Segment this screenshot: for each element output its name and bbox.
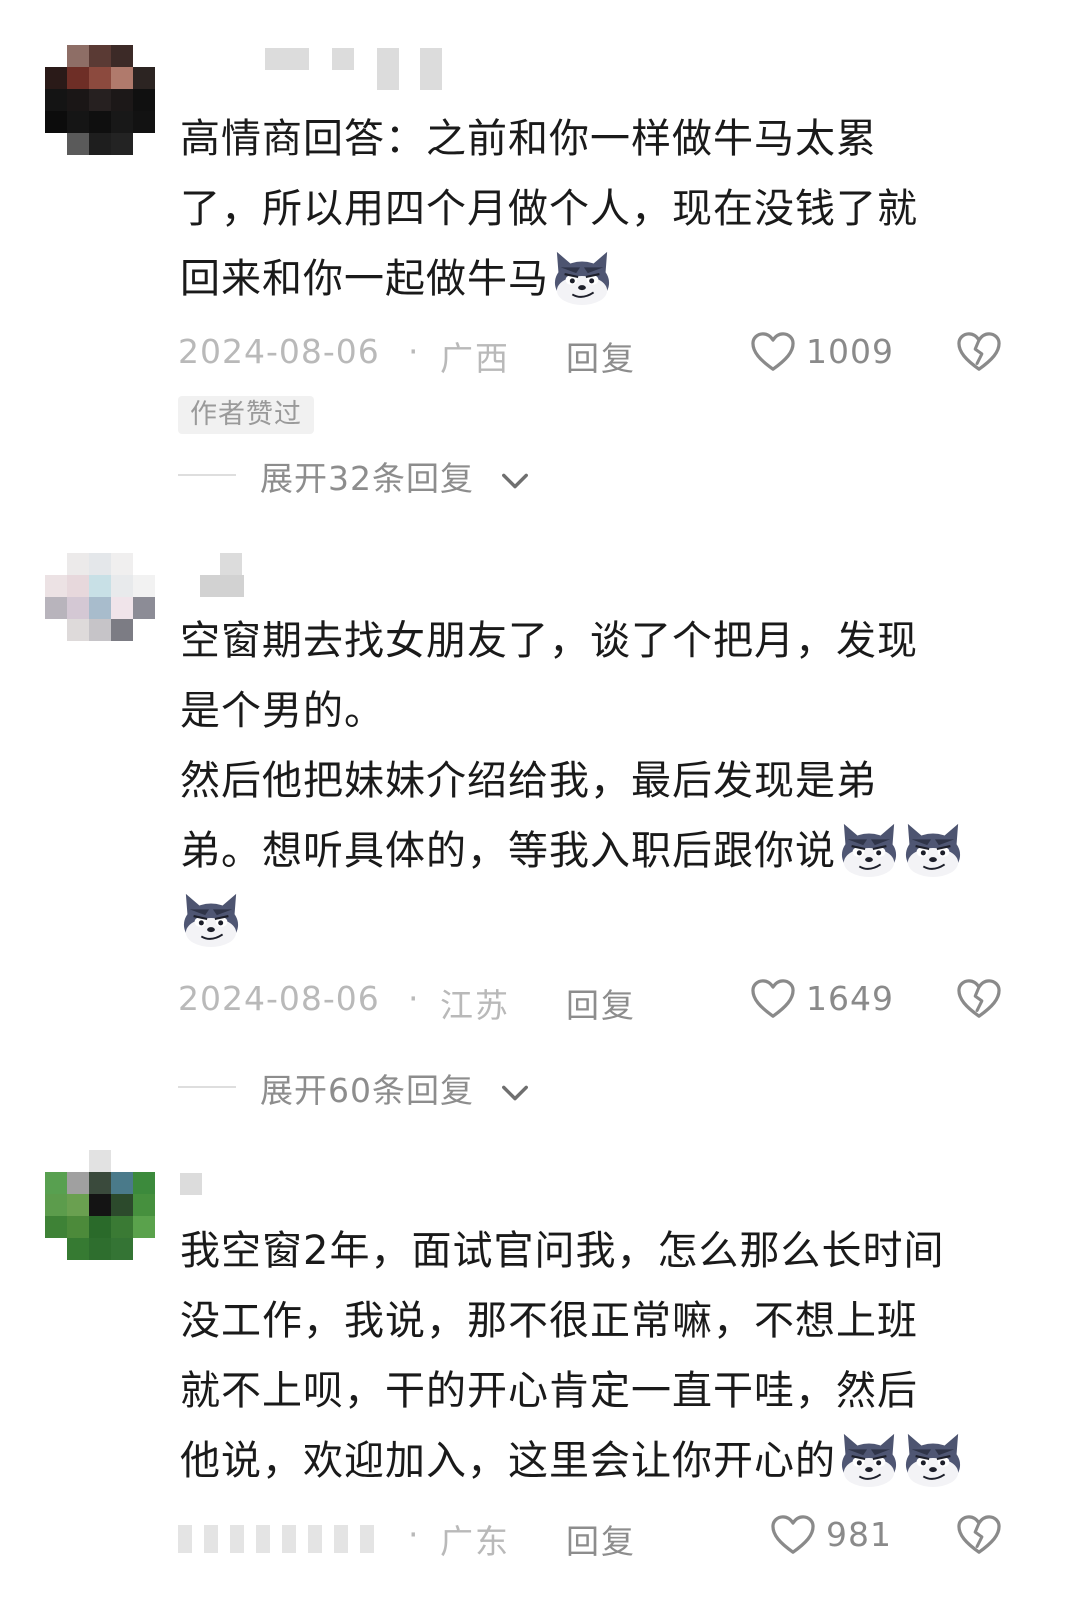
comment-meta: 2024-08-06 · 江苏 回复 1649 xyxy=(178,977,1028,1025)
wolf-face-emoji-icon xyxy=(841,823,897,878)
comment-line: 弟。想听具体的，等我入职后跟你说 xyxy=(180,828,836,874)
reply-button[interactable]: 回复 xyxy=(566,332,636,380)
comment-line: 就不上呗，干的开心肯定一直干哇，然后 xyxy=(180,1368,918,1414)
comment-line: 他说，欢迎加入，这里会让你开心的 xyxy=(180,1438,836,1484)
chevron-down-icon xyxy=(500,1072,530,1111)
meta-separator: · xyxy=(408,1515,419,1554)
comment-line: 然后他把妹妹介绍给我，最后发现是弟 xyxy=(180,758,877,804)
comment-line: 空窗期去找女朋友了，谈了个把月，发现 xyxy=(180,618,918,664)
broken-heart-icon[interactable] xyxy=(956,330,1002,381)
wolf-face-emoji-icon xyxy=(183,893,239,948)
reply-button[interactable]: 回复 xyxy=(566,1515,636,1563)
wolf-face-emoji-icon xyxy=(905,1433,961,1488)
wolf-face-emoji-icon xyxy=(554,251,610,306)
like-count: 981 xyxy=(826,1515,892,1554)
comment-text: 空窗期去找女朋友了，谈了个把月，发现 是个男的。 然后他把妹妹介绍给我，最后发现… xyxy=(180,606,1020,956)
comment-date-redacted xyxy=(178,1515,398,1561)
wolf-face-emoji-icon xyxy=(841,1433,897,1488)
reply-button[interactable]: 回复 xyxy=(566,979,636,1027)
comment-meta: · 广东 回复 981 xyxy=(178,1513,1028,1561)
comment-text: 高情商回答：之前和你一样做牛马太累 了，所以用四个月做个人，现在没钱了就 回来和… xyxy=(180,104,1020,314)
comment-region: 广西 xyxy=(440,339,510,378)
comment-list: 高情商回答：之前和你一样做牛马太累 了，所以用四个月做个人，现在没钱了就 回来和… xyxy=(0,0,1080,1599)
expand-replies-label: 展开32条回复 xyxy=(260,459,474,498)
comment-date: 2024-08-06 xyxy=(178,979,380,1018)
like-button[interactable]: 1009 xyxy=(750,330,900,376)
comment-line: 高情商回答：之前和你一样做牛马太累 xyxy=(180,116,877,162)
broken-heart-icon[interactable] xyxy=(956,1513,1002,1564)
comment-date: 2024-08-06 xyxy=(178,332,380,371)
wolf-face-emoji-icon xyxy=(905,823,961,878)
like-button[interactable]: 1649 xyxy=(750,977,900,1023)
chevron-down-icon xyxy=(500,460,530,499)
like-count: 1649 xyxy=(806,979,894,1018)
comment-line: 没工作，我说，那不很正常嘛，不想上班 xyxy=(180,1298,918,1344)
comment-line: 我空窗2年，面试官问我，怎么那么长时间 xyxy=(180,1228,945,1274)
username-redacted[interactable] xyxy=(180,45,450,90)
username-redacted[interactable] xyxy=(180,553,260,597)
broken-heart-icon[interactable] xyxy=(956,977,1002,1028)
meta-separator: · xyxy=(408,979,419,1018)
meta-separator: · xyxy=(408,332,419,371)
like-button[interactable]: 981 xyxy=(770,1513,900,1559)
comment-region: 广东 xyxy=(440,1522,510,1561)
expand-replies-button[interactable]: 展开32条回复 xyxy=(178,450,538,499)
author-liked-badge: 作者赞过 xyxy=(178,396,314,434)
avatar[interactable] xyxy=(45,45,157,157)
divider-line xyxy=(178,474,236,476)
username-redacted[interactable] xyxy=(180,1173,210,1213)
comment-meta: 2024-08-06 · 广西 回复 1009 xyxy=(178,330,1028,378)
avatar[interactable] xyxy=(45,553,157,665)
divider-line xyxy=(178,1086,236,1088)
avatar[interactable] xyxy=(45,1150,157,1262)
like-count: 1009 xyxy=(806,332,894,371)
comment-line: 回来和你一起做牛马 xyxy=(180,256,549,302)
comment-region: 江苏 xyxy=(440,986,510,1025)
comment-line: 了，所以用四个月做个人，现在没钱了就 xyxy=(180,186,918,232)
comment-text: 我空窗2年，面试官问我，怎么那么长时间 没工作，我说，那不很正常嘛，不想上班 就… xyxy=(180,1216,1020,1496)
comment-line: 是个男的。 xyxy=(180,688,385,734)
expand-replies-label: 展开60条回复 xyxy=(260,1071,474,1110)
expand-replies-button[interactable]: 展开60条回复 xyxy=(178,1062,538,1111)
